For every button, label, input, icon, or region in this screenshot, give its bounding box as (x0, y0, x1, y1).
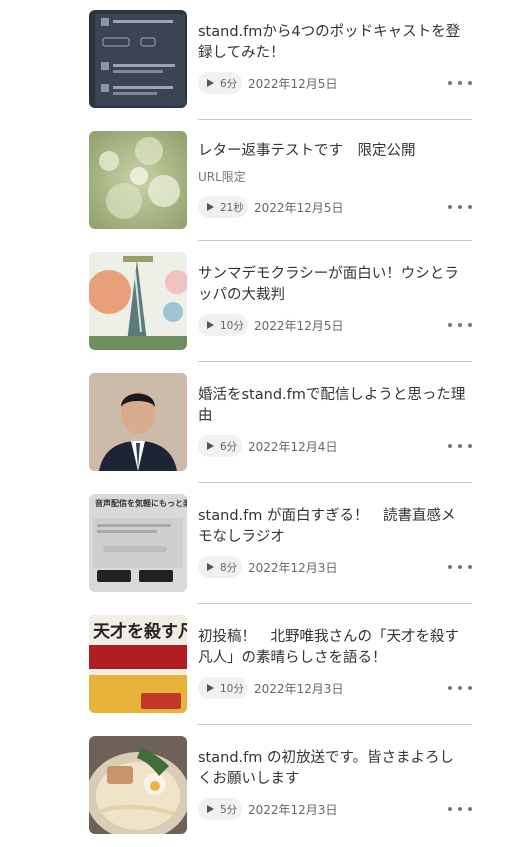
play-button[interactable]: 10分 (198, 314, 248, 336)
episode-visibility: URL限定 (198, 170, 246, 184)
more-options-icon[interactable] (448, 75, 472, 91)
episode-meta: 21秒 2022年12月5日 (198, 196, 343, 218)
episode-title[interactable]: stand.fm の初放送です。皆さまよろしくお願いします (198, 748, 466, 790)
divider (198, 361, 472, 362)
episode-duration: 5分 (220, 803, 238, 816)
episode-item[interactable]: 天才を殺す凡人 初投稿！ 北野唯我さんの「天才を殺す凡人」の素晴らしさを語る！ … (89, 605, 472, 726)
episode-duration: 21秒 (220, 201, 244, 214)
divider (198, 240, 472, 241)
episode-title[interactable]: stand.fmから4つのポッドキャストを登録してみた！ (198, 22, 466, 64)
play-icon (202, 317, 218, 333)
episode-date: 2022年12月5日 (254, 200, 344, 215)
episode-duration: 6分 (220, 440, 238, 453)
divider (198, 119, 472, 120)
episode-duration: 10分 (220, 319, 244, 332)
episode-meta: 10分 2022年12月5日 (198, 314, 343, 336)
episode-thumbnail[interactable] (89, 252, 187, 350)
play-button[interactable]: 6分 (198, 435, 242, 457)
episode-date: 2022年12月3日 (248, 560, 338, 575)
episode-title[interactable]: 初投稿！ 北野唯我さんの「天才を殺す凡人」の素晴らしさを語る！ (198, 627, 466, 669)
episode-date: 2022年12月5日 (248, 76, 338, 91)
more-options-icon[interactable] (448, 317, 472, 333)
episode-item[interactable]: stand.fm の初放送です。皆さまよろしくお願いします 5分 2022年12… (89, 726, 472, 847)
more-options-icon[interactable] (448, 438, 472, 454)
episode-item[interactable]: レター返事テストです 限定公開 URL限定 21秒 2022年12月5日 (89, 121, 472, 242)
episode-thumbnail[interactable]: 天才を殺す凡人 (89, 615, 187, 713)
episode-title[interactable]: 婚活をstand.fmで配信しようと思った理由 (198, 385, 466, 427)
episode-meta: 6分 2022年12月4日 (198, 435, 337, 457)
episode-date: 2022年12月4日 (248, 439, 338, 454)
play-icon (202, 801, 218, 817)
divider (198, 603, 472, 604)
episode-item[interactable]: 婚活をstand.fmで配信しようと思った理由 6分 2022年12月4日 (89, 363, 472, 484)
divider (198, 724, 472, 725)
thumbnail-text: 天才を殺す凡人 (93, 621, 187, 642)
episode-thumbnail[interactable] (89, 131, 187, 229)
episode-duration: 10分 (220, 682, 244, 695)
more-options-icon[interactable] (448, 559, 472, 575)
episode-date: 2022年12月3日 (254, 681, 344, 696)
episode-item[interactable]: 音声配信を気軽にもっと楽しく stand.fm が面白すぎる！ 読書直感メモなし… (89, 484, 472, 605)
episode-thumbnail[interactable] (89, 373, 187, 471)
episode-thumbnail[interactable] (89, 736, 187, 834)
episode-item[interactable]: stand.fmから4つのポッドキャストを登録してみた！ 6分 2022年12月… (89, 0, 472, 121)
episode-date: 2022年12月5日 (254, 318, 344, 333)
episode-duration: 6分 (220, 77, 238, 90)
episode-title[interactable]: レター返事テストです 限定公開 (198, 141, 466, 162)
play-button[interactable]: 6分 (198, 72, 242, 94)
episode-meta: 10分 2022年12月3日 (198, 677, 343, 699)
divider (198, 482, 472, 483)
play-icon (202, 75, 218, 91)
episode-item[interactable]: サンマデモクラシーが面白い！ウシとラッパの大裁判 10分 2022年12月5日 (89, 242, 472, 363)
episode-title[interactable]: サンマデモクラシーが面白い！ウシとラッパの大裁判 (198, 264, 466, 306)
episode-title[interactable]: stand.fm が面白すぎる！ 読書直感メモなしラジオ (198, 506, 466, 548)
play-button[interactable]: 5分 (198, 798, 242, 820)
play-icon (202, 199, 218, 215)
episode-duration: 8分 (220, 561, 238, 574)
episode-meta: 6分 2022年12月5日 (198, 72, 337, 94)
play-icon (202, 680, 218, 696)
play-button[interactable]: 21秒 (198, 196, 248, 218)
episode-thumbnail[interactable] (89, 10, 187, 108)
more-options-icon[interactable] (448, 680, 472, 696)
play-icon (202, 559, 218, 575)
episode-date: 2022年12月3日 (248, 802, 338, 817)
thumbnail-text: 音声配信を気軽にもっと楽しく (95, 498, 187, 508)
episode-meta: 8分 2022年12月3日 (198, 556, 337, 578)
play-button[interactable]: 8分 (198, 556, 242, 578)
more-options-icon[interactable] (448, 801, 472, 817)
episode-thumbnail[interactable]: 音声配信を気軽にもっと楽しく (89, 494, 187, 592)
play-button[interactable]: 10分 (198, 677, 248, 699)
episode-meta: 5分 2022年12月3日 (198, 798, 337, 820)
more-options-icon[interactable] (448, 199, 472, 215)
play-icon (202, 438, 218, 454)
